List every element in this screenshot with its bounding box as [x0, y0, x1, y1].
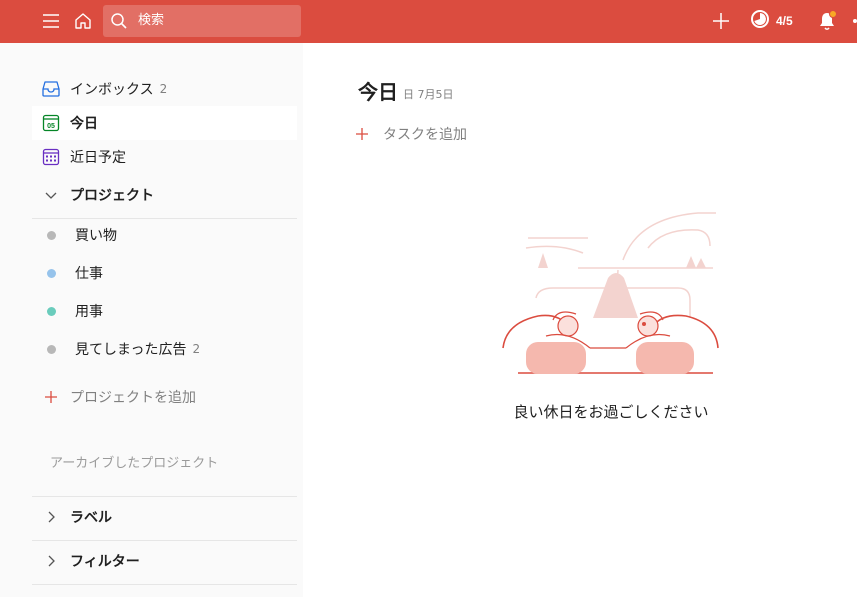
- project-item[interactable]: 買い物: [32, 218, 297, 252]
- chevron-right-icon: [42, 508, 60, 526]
- calendar-today-icon: 05: [42, 114, 60, 132]
- karma-progress: 4/5: [776, 14, 793, 28]
- project-label: 用事: [75, 304, 103, 320]
- inbox-icon: [42, 80, 60, 98]
- calendar-grid-icon: [42, 148, 60, 166]
- sidebar-item-label: 近日予定: [70, 150, 126, 166]
- karma-ring-icon: [750, 9, 770, 33]
- add-task-button[interactable]: タスクを追加: [353, 123, 467, 145]
- plus-icon: [353, 125, 371, 143]
- project-label: 見てしまった広告: [75, 342, 187, 358]
- sidebar-item-upcoming[interactable]: 近日予定: [32, 140, 297, 174]
- notification-badge: [829, 10, 837, 18]
- menu-icon[interactable]: [38, 8, 64, 34]
- labels-section-toggle[interactable]: ラベル: [32, 498, 297, 536]
- projects-section-toggle[interactable]: プロジェクト: [32, 176, 297, 214]
- empty-state-message: 良い休日をお過ごしください: [513, 403, 709, 421]
- calendar-date-text: 05: [47, 123, 55, 130]
- search-icon: [110, 12, 128, 30]
- project-color-dot: [47, 306, 56, 316]
- inbox-count: 2: [159, 82, 168, 96]
- project-item[interactable]: 用事: [32, 294, 297, 328]
- filters-section-toggle[interactable]: フィルター: [32, 542, 297, 580]
- page-title: 今日: [358, 80, 398, 104]
- divider: [32, 584, 297, 585]
- add-task-label: タスクを追加: [383, 127, 467, 143]
- archived-projects-link[interactable]: アーカイブしたプロジェクト: [50, 452, 218, 471]
- sidebar-item-label: インボックス: [70, 82, 154, 98]
- plus-icon: [42, 388, 60, 406]
- sidebar: インボックス 2 05 今日 近日予定 プロジェクト 買い物 仕事 用事 見てし…: [0, 43, 303, 597]
- sidebar-item-inbox[interactable]: インボックス 2: [32, 72, 297, 106]
- project-color-dot: [47, 344, 56, 354]
- filters-header: フィルター: [70, 554, 140, 570]
- sidebar-item-label: 今日: [70, 116, 98, 132]
- top-bar: 検索 4/5: [0, 0, 857, 43]
- project-count: 2: [192, 342, 201, 356]
- project-color-dot: [47, 230, 56, 240]
- home-icon[interactable]: [70, 8, 96, 34]
- chevron-right-icon: [42, 552, 60, 570]
- project-item[interactable]: 見てしまった広告 2: [32, 332, 297, 366]
- empty-state-illustration: [498, 208, 723, 378]
- chevron-down-icon: [42, 186, 60, 204]
- projects-header: プロジェクト: [70, 188, 154, 204]
- productivity-button[interactable]: 4/5: [750, 8, 802, 34]
- labels-header: ラベル: [70, 510, 112, 526]
- main-content: 今日 日 7月5日 タスクを追加 良い休日をお過ごしください: [303, 43, 857, 597]
- divider: [32, 496, 297, 497]
- search-placeholder: 検索: [138, 13, 165, 28]
- project-label: 仕事: [75, 266, 103, 282]
- project-color-dot: [47, 268, 56, 278]
- more-menu-icon[interactable]: [853, 19, 857, 23]
- project-label: 買い物: [75, 228, 117, 244]
- search-input[interactable]: 検索: [103, 5, 301, 37]
- divider: [32, 540, 297, 541]
- add-project-label: プロジェクトを追加: [70, 390, 196, 406]
- quick-add-button[interactable]: [707, 8, 735, 34]
- add-project-button[interactable]: プロジェクトを追加: [32, 380, 297, 414]
- project-item[interactable]: 仕事: [32, 256, 297, 290]
- sidebar-item-today[interactable]: 05 今日: [32, 106, 297, 140]
- page-date: 日 7月5日: [403, 88, 454, 101]
